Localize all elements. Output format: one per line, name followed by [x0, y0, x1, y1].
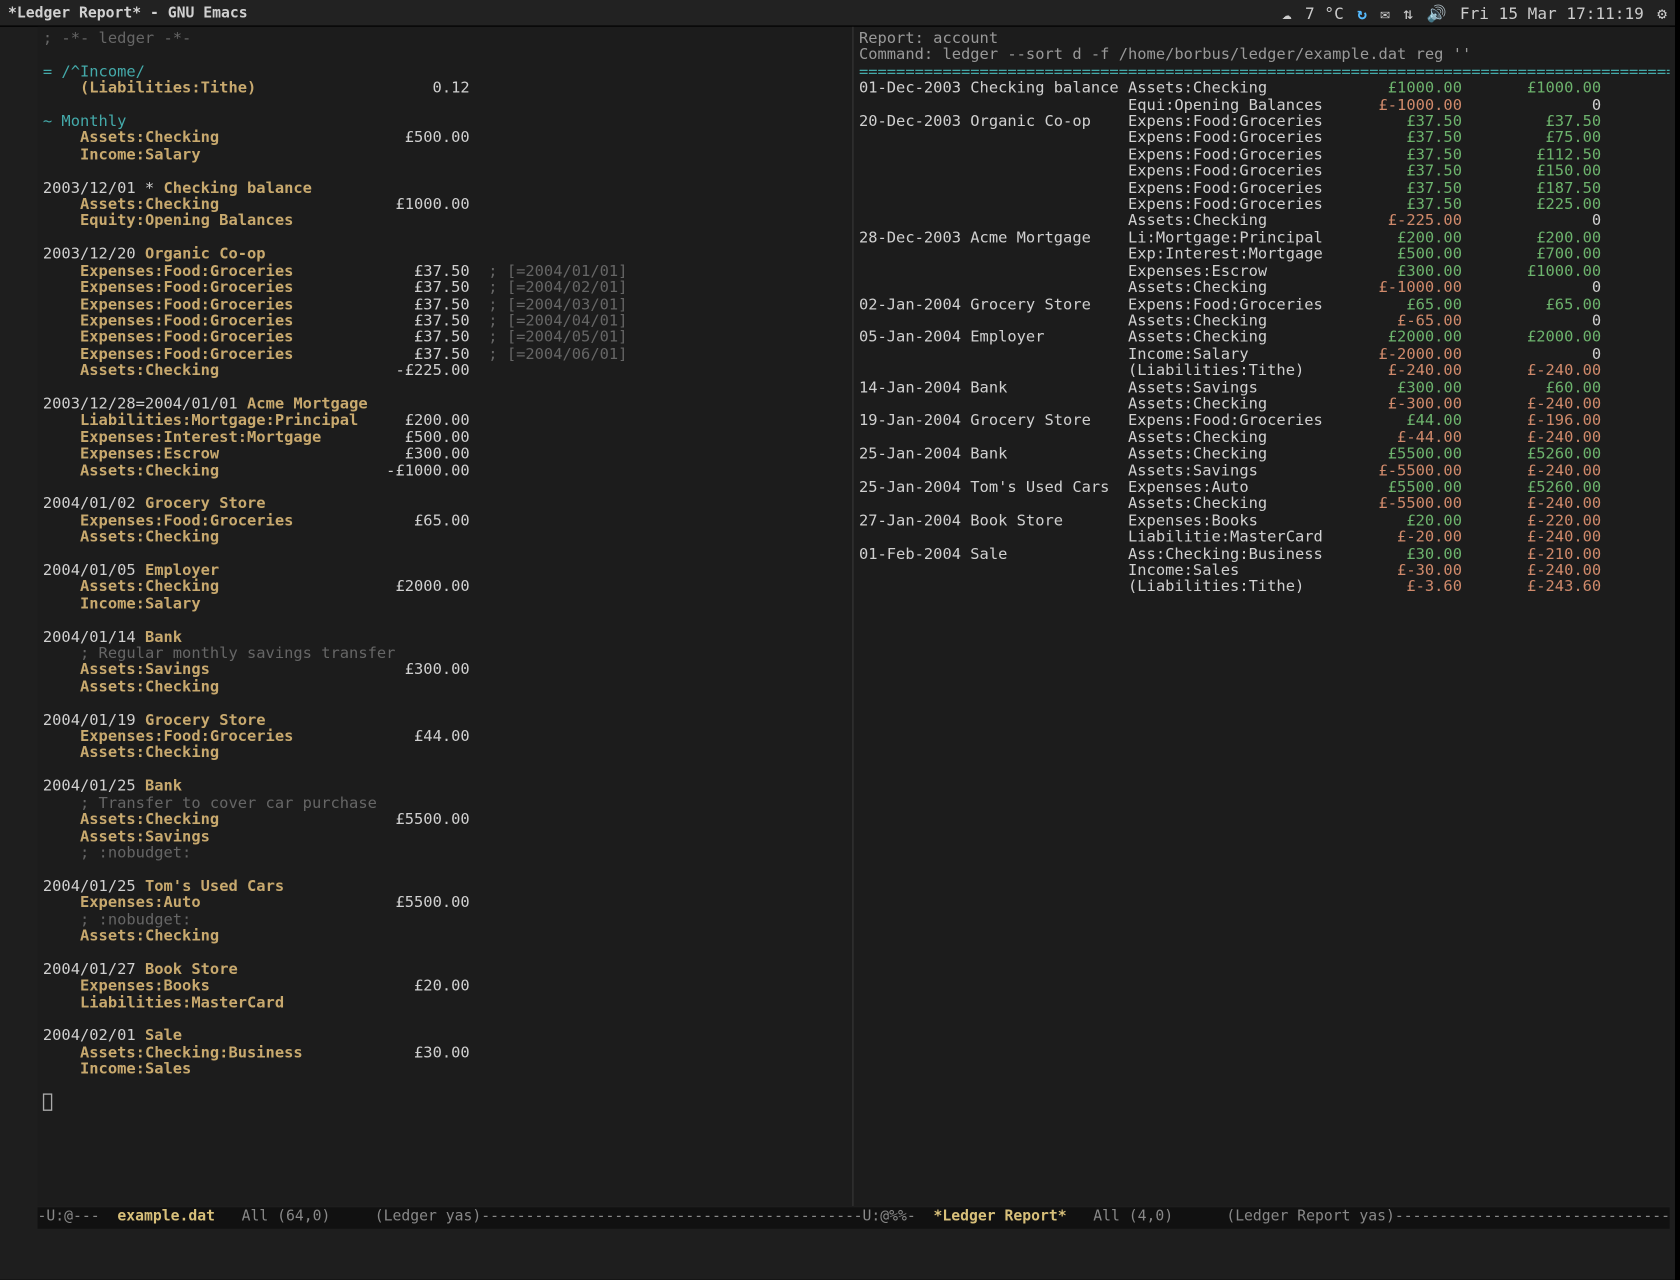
modeline-row: -U:@--- example.dat All (64,0) (Ledger y… — [38, 1207, 1670, 1228]
modeline-right: -U:@%%- *Ledger Report* All (4,0) (Ledge… — [854, 1207, 1670, 1228]
weather-temp: 7 °C — [1305, 3, 1344, 22]
desktop-topbar: *Ledger Report* - GNU Emacs ☁ 7 °C ↻ ✉ ⇅… — [0, 0, 1675, 27]
emacs-frame: ; -*- ledger -*- = /^Income/ (Liabilitie… — [38, 27, 1670, 1206]
mail-icon[interactable]: ✉ — [1380, 3, 1390, 22]
system-tray: ☁ 7 °C ↻ ✉ ⇅ 🔊 Fri 15 Mar 17:11:19 ⚙ — [1282, 3, 1667, 22]
window-title: *Ledger Report* - GNU Emacs — [8, 4, 248, 21]
network-icon[interactable]: ⇅ — [1403, 3, 1413, 22]
refresh-icon[interactable]: ↻ — [1357, 3, 1367, 22]
clock: Fri 15 Mar 17:11:19 — [1460, 3, 1644, 22]
volume-icon[interactable]: 🔊 — [1426, 3, 1446, 22]
modeline-left: -U:@--- example.dat All (64,0) (Ledger y… — [38, 1207, 854, 1228]
ledger-report-pane[interactable]: Report: account Command: ledger --sort d… — [854, 27, 1670, 1206]
ledger-source-pane[interactable]: ; -*- ledger -*- = /^Income/ (Liabilitie… — [38, 27, 854, 1206]
weather-icon: ☁ — [1282, 3, 1292, 22]
settings-gear-icon[interactable]: ⚙ — [1657, 3, 1667, 22]
